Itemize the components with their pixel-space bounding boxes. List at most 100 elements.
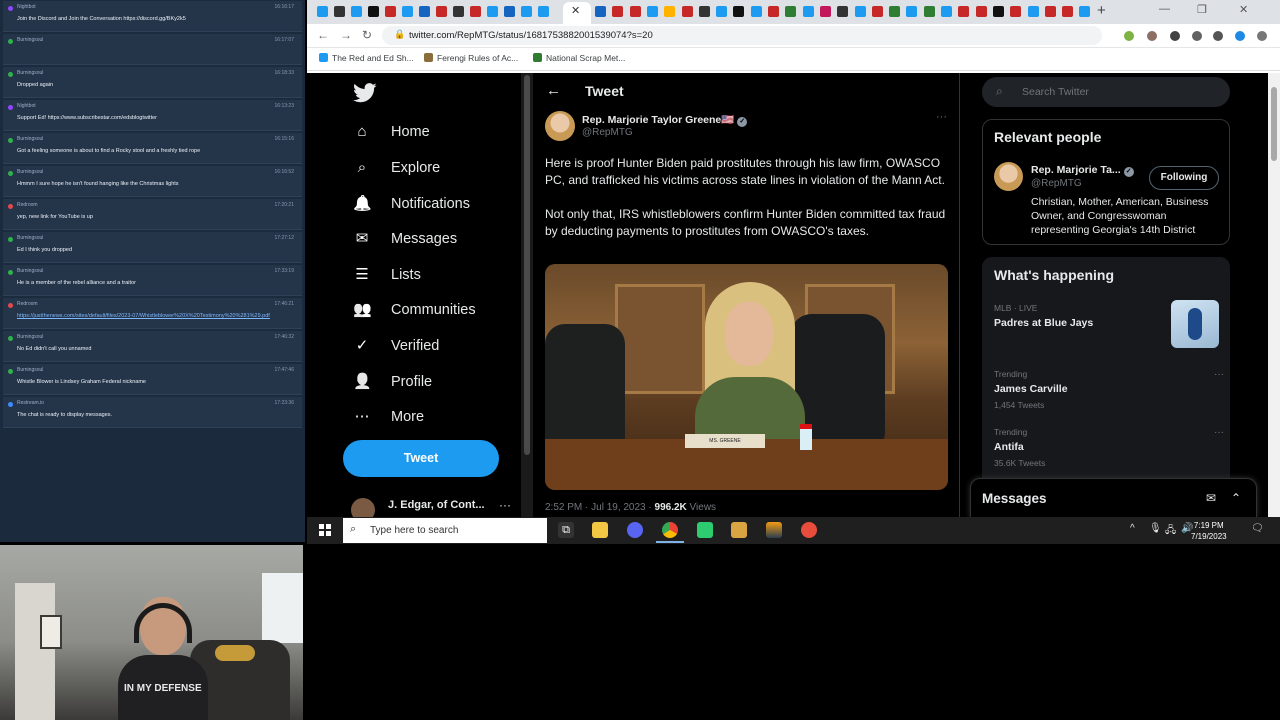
tab-favicon-icon[interactable] (419, 6, 430, 17)
relevant-person-name[interactable]: Rep. Marjorie Ta... ✓ (1031, 164, 1134, 177)
tab-favicon-icon[interactable] (595, 6, 606, 17)
nav-notifications[interactable]: 🔔 Notifications (353, 192, 470, 216)
extension-icon[interactable] (1124, 31, 1134, 41)
nav-messages[interactable]: ✉ Messages (353, 227, 457, 251)
tab-favicon-icon[interactable] (871, 6, 883, 17)
tab-favicon-icon[interactable] (716, 6, 728, 17)
scrollbar-thumb[interactable] (1271, 87, 1277, 161)
tab-favicon-icon[interactable] (681, 6, 693, 17)
tab-favicon-icon[interactable] (975, 6, 987, 17)
tab-favicon-icon[interactable] (698, 6, 710, 17)
tab-favicon-icon[interactable] (538, 6, 549, 17)
tab-favicon-icon[interactable] (802, 6, 814, 17)
kebab-menu-icon[interactable] (1257, 31, 1267, 41)
page-scrollbar[interactable] (1268, 73, 1280, 517)
tab-favicon-icon[interactable] (854, 6, 866, 17)
tab-favicon-icon[interactable] (385, 6, 396, 17)
tab-favicon-icon[interactable] (837, 6, 849, 17)
close-window-icon[interactable]: ✕ (1239, 3, 1248, 16)
scrollbar-thumb[interactable] (524, 75, 530, 455)
tab-favicon-icon[interactable] (629, 6, 641, 17)
trend-more-icon[interactable]: ··· (1214, 427, 1224, 438)
chat-text[interactable]: https://justthenews.com/sites/default/fi… (17, 313, 298, 320)
tab-favicon-icon[interactable] (889, 6, 901, 17)
minimize-icon[interactable]: — (1159, 3, 1170, 15)
tab-favicon-icon[interactable] (768, 6, 779, 17)
tab-favicon-icon[interactable] (941, 6, 952, 17)
tab-favicon-icon[interactable] (923, 6, 935, 17)
taskbar-clock[interactable]: 7:19 PM 7/19/2023 (1191, 520, 1227, 542)
nav-more[interactable]: ⋯ More (353, 405, 425, 429)
trend-thumbnail[interactable] (1171, 300, 1219, 348)
file-explorer-icon[interactable] (592, 522, 608, 538)
expand-chevron-icon[interactable]: ⌃ (1231, 491, 1241, 505)
author-name[interactable]: Rep. Marjorie Taylor Greene🇺🇸 ✓ (582, 113, 748, 127)
tab-favicon-icon[interactable] (906, 6, 918, 17)
tab-favicon-icon[interactable] (664, 6, 676, 17)
nav-profile[interactable]: 👤 Profile (353, 370, 432, 394)
tab-close-icon[interactable]: ✕ (571, 4, 580, 17)
tab-favicon-icon[interactable] (646, 6, 658, 17)
download-icon[interactable] (1192, 31, 1202, 41)
trend-item[interactable]: Trending James Carville 1,454 Tweets ··· (994, 369, 1224, 410)
forward-icon[interactable]: → (340, 28, 352, 42)
twitter-bird-icon[interactable] (353, 83, 377, 103)
tweet-more-icon[interactable]: ··· (936, 111, 947, 123)
tab-favicon-icon[interactable] (1062, 6, 1074, 17)
maximize-icon[interactable]: ❐ (1197, 3, 1207, 16)
trend-item[interactable]: Trending Antifa 35.6K Tweets ··· (994, 427, 1224, 468)
avatar[interactable] (994, 162, 1023, 191)
trend-more-icon[interactable]: ··· (1214, 369, 1224, 380)
following-button[interactable]: Following (1149, 166, 1219, 190)
tab-favicon-icon[interactable] (1010, 6, 1022, 17)
profile-avatar-icon[interactable] (1235, 31, 1245, 41)
nav-scrollbar[interactable] (521, 73, 533, 517)
bookmark-item[interactable]: The Red and Ed Sh... (319, 53, 414, 63)
tab-favicon-icon[interactable] (1044, 6, 1056, 17)
nav-lists[interactable]: ☰ Lists (353, 263, 421, 287)
media-player-icon[interactable] (731, 522, 747, 538)
search-input[interactable]: ⌕ Search Twitter (982, 77, 1230, 107)
chrome-icon[interactable] (656, 522, 684, 543)
notifications-icon[interactable]: 🗨 (1251, 523, 1264, 534)
new-message-icon[interactable]: ✉ (1206, 491, 1216, 505)
tab-favicon-icon[interactable] (351, 6, 362, 17)
back-arrow-icon[interactable]: ← (546, 82, 561, 99)
extension-icon[interactable] (1147, 31, 1157, 41)
author-handle[interactable]: @RepMTG (582, 127, 633, 138)
task-view-icon[interactable]: ⧉ (558, 522, 574, 538)
tweet-timestamp[interactable]: 2:52 PM · Jul 19, 2023 · (545, 502, 655, 513)
tab-favicon-icon[interactable] (785, 6, 797, 17)
tab-favicon-icon[interactable] (819, 6, 831, 17)
tab-favicon-icon[interactable] (470, 6, 481, 17)
tab-favicon-icon[interactable] (992, 6, 1004, 17)
puzzle-icon[interactable] (1170, 31, 1180, 41)
back-icon[interactable]: ← (317, 28, 329, 42)
app-icon[interactable] (766, 522, 782, 538)
tab-favicon-icon[interactable] (733, 6, 745, 17)
messages-drawer[interactable]: Messages ✉ ⌃ (970, 478, 1257, 517)
tab-favicon-icon[interactable] (453, 6, 464, 17)
relevant-person-handle[interactable]: @RepMTG (1031, 178, 1082, 189)
taskbar-search-input[interactable]: ⌕ Type here to search (343, 518, 547, 543)
nav-home[interactable]: ⌂ Home (353, 120, 429, 144)
tab-favicon-icon[interactable] (504, 6, 515, 17)
windows-start-icon[interactable] (319, 524, 331, 536)
discord-icon[interactable] (627, 522, 643, 538)
tab-favicon-icon[interactable] (750, 6, 762, 17)
tab-favicon-icon[interactable] (334, 6, 345, 17)
tab-favicon-icon[interactable] (521, 6, 532, 17)
nav-verified[interactable]: ✓ Verified (353, 334, 440, 358)
microphone-icon[interactable]: 🎙 (1149, 523, 1162, 534)
bookmark-item[interactable]: National Scrap Met... (533, 53, 625, 63)
nav-communities[interactable]: 👥 Communities (353, 298, 476, 322)
url-input[interactable]: 🔒 twitter.com/RepMTG/status/168175388200… (382, 26, 1102, 45)
new-tab-button[interactable]: + (1097, 2, 1106, 19)
nav-explore[interactable]: ⌕ Explore (353, 156, 440, 180)
tweet-compose-button[interactable]: Tweet (343, 440, 499, 477)
tweet-video[interactable]: MS. GREENE (545, 264, 948, 490)
reload-icon[interactable]: ↻ (362, 28, 372, 42)
tab-favicon-icon[interactable] (317, 6, 328, 17)
tab-favicon-icon[interactable] (402, 6, 413, 17)
network-icon[interactable]: 🖧 (1165, 523, 1176, 540)
